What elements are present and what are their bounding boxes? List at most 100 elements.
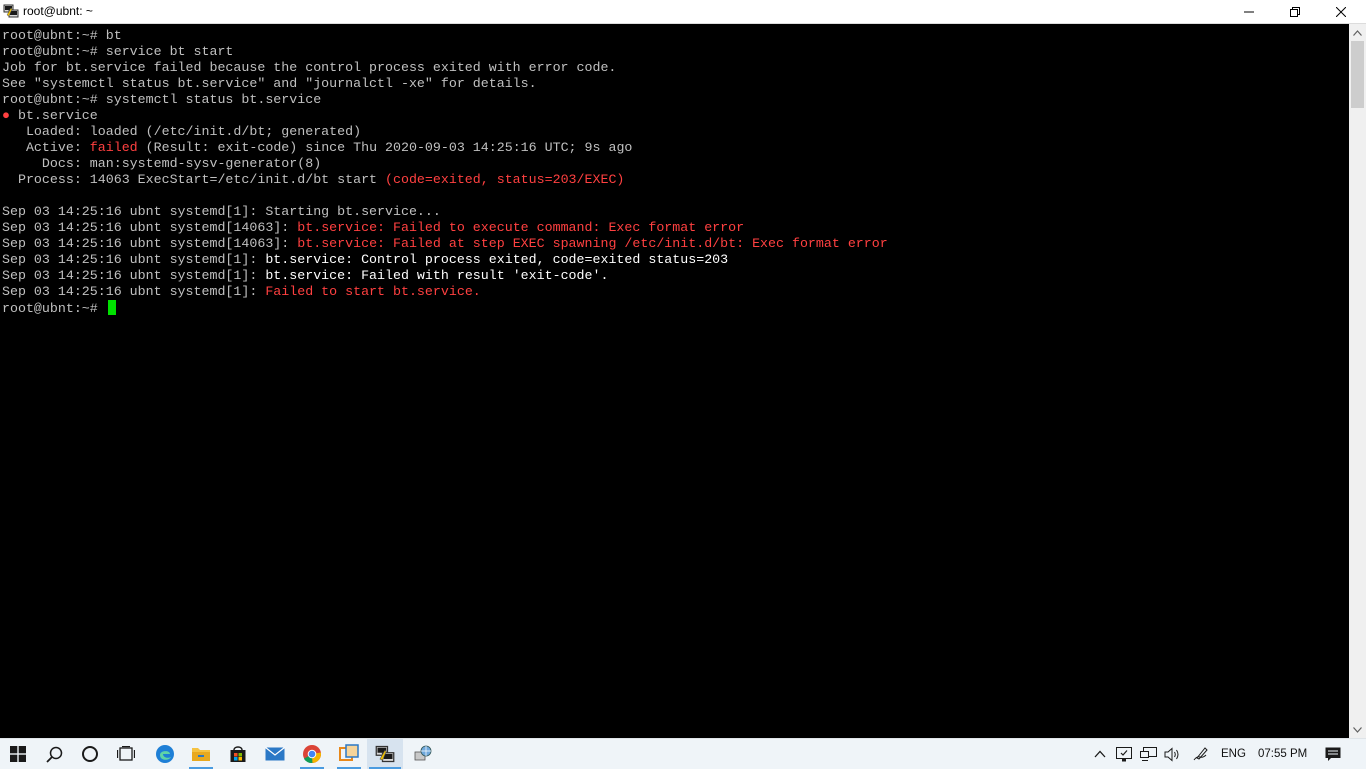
security-tray-icon[interactable] [1114, 739, 1134, 769]
status-dot-icon: ● [2, 108, 10, 123]
mail-button[interactable] [257, 739, 293, 769]
volume-tray-icon[interactable] [1162, 739, 1182, 769]
terminal-text: See "systemctl status bt.service" and "j… [2, 76, 537, 91]
terminal-line: Sep 03 14:25:16 ubnt systemd[14063]: bt.… [2, 220, 888, 236]
edge-icon [156, 745, 174, 763]
terminal-line: See "systemctl status bt.service" and "j… [2, 76, 888, 92]
terminal-line: Loaded: loaded (/etc/init.d/bt; generate… [2, 124, 888, 140]
terminal-text: Job for bt.service failed because the co… [2, 60, 617, 75]
terminal-line: Sep 03 14:25:16 ubnt systemd[1]: bt.serv… [2, 252, 888, 268]
terminal-line: root@ubnt:~# systemctl status bt.service [2, 92, 888, 108]
window-title: root@ubnt: ~ [23, 4, 93, 18]
terminal-line: ● bt.service [2, 108, 888, 124]
store-icon [230, 746, 246, 762]
task-view-icon [117, 746, 135, 761]
restore-icon [1290, 6, 1300, 17]
network-app-button[interactable] [405, 739, 441, 769]
pen-tray-icon[interactable] [1190, 739, 1210, 769]
volume-icon [1164, 746, 1178, 762]
chrome-button[interactable] [294, 739, 330, 769]
search-icon [45, 746, 62, 763]
restore-button[interactable] [1272, 0, 1318, 23]
terminal-text: (Result: exit-code) since Thu 2020-09-03… [137, 140, 633, 155]
minimize-button[interactable] [1226, 0, 1272, 23]
terminal-text: root@ubnt:~# systemctl status bt.service [2, 92, 322, 107]
terminal-text: Active: [2, 140, 90, 155]
terminal-line: root@ubnt:~# [2, 300, 888, 316]
terminal-text: Sep 03 14:25:16 ubnt systemd[1]: [2, 252, 266, 267]
search-button[interactable] [36, 739, 72, 769]
network-icon [1139, 746, 1157, 761]
circle-icon [82, 746, 98, 762]
terminal-line: root@ubnt:~# bt [2, 28, 888, 44]
action-center-button[interactable] [1322, 739, 1344, 769]
chevron-up-icon [1353, 29, 1362, 36]
terminal-line: Sep 03 14:25:16 ubnt systemd[1]: Failed … [2, 284, 888, 300]
file-explorer-button[interactable] [183, 739, 219, 769]
terminal-text: root@ubnt:~# [2, 301, 106, 316]
terminal-text: root@ubnt:~# bt [2, 28, 122, 43]
terminal-text: bt.service: Control process exited, code… [265, 252, 729, 267]
putty-taskbar-button[interactable] [367, 739, 403, 769]
terminal-text: (code=exited, status=203/EXEC) [385, 172, 625, 187]
clock[interactable]: 07:55 PM [1258, 739, 1307, 769]
scroll-up-button[interactable] [1349, 24, 1366, 41]
terminal-line: Process: 14063 ExecStart=/etc/init.d/bt … [2, 172, 888, 188]
pen-icon [1193, 747, 1208, 761]
terminal-line: root@ubnt:~# service bt start [2, 44, 888, 60]
mail-icon [265, 747, 285, 761]
terminal-text: Loaded: loaded (/etc/init.d/bt; generate… [2, 124, 362, 139]
chrome-icon [303, 745, 322, 764]
terminal-output: root@ubnt:~# bt root@ubnt:~# service bt s… [2, 28, 888, 316]
terminal-line: Active: failed (Result: exit-code) since… [2, 140, 888, 156]
cortana-button[interactable] [72, 739, 108, 769]
security-monitor-icon [1116, 746, 1132, 761]
terminal-text: Sep 03 14:25:16 ubnt systemd[1]: [2, 268, 266, 283]
terminal-text: Sep 03 14:25:16 ubnt systemd[14063]: [2, 236, 298, 251]
putty-icon[interactable] [3, 3, 19, 19]
minimize-icon [1244, 11, 1254, 12]
edge-button[interactable] [147, 739, 183, 769]
terminal-text: bt.service: Failed with result 'exit-cod… [265, 268, 609, 283]
window-title-bar[interactable]: root@ubnt: ~ [0, 0, 1366, 24]
terminal-text: failed [89, 140, 138, 155]
show-hidden-icons-button[interactable] [1090, 739, 1110, 769]
terminal-line: Job for bt.service failed because the co… [2, 60, 888, 76]
chevron-down-icon [1353, 726, 1362, 733]
terminal-text: Sep 03 14:25:16 ubnt systemd[1]: [2, 284, 266, 299]
terminal-text: root@ubnt:~# service bt start [2, 44, 234, 59]
terminal-text: Process: 14063 ExecStart=/etc/init.d/bt … [2, 172, 386, 187]
scroll-thumb[interactable] [1351, 41, 1364, 108]
windows-logo-icon [10, 746, 26, 762]
language-indicator[interactable]: ENG [1221, 739, 1246, 769]
terminal-cursor [107, 300, 116, 315]
terminal-line: Sep 03 14:25:16 ubnt systemd[1]: Startin… [2, 204, 888, 220]
putty-icon [375, 745, 395, 763]
vertical-scrollbar[interactable] [1349, 24, 1366, 738]
terminal-text: bt.service: Failed to execute command: E… [297, 220, 745, 235]
terminal-text: bt.service: Failed at step EXEC spawning… [297, 236, 888, 251]
terminal-text: Sep 03 14:25:16 ubnt systemd[1]: Startin… [2, 204, 441, 219]
folder-icon [192, 748, 210, 761]
terminal-line: Sep 03 14:25:16 ubnt systemd[1]: bt.serv… [2, 268, 888, 284]
orange-window-icon [339, 744, 359, 761]
scroll-down-button[interactable] [1349, 721, 1366, 738]
notification-icon [1325, 747, 1341, 761]
network-tray-icon[interactable] [1138, 739, 1158, 769]
store-button[interactable] [220, 739, 256, 769]
network-globe-icon [414, 745, 432, 761]
terminal-line: Docs: man:systemd-sysv-generator(8) [2, 156, 888, 172]
terminal-text: bt.service [9, 108, 98, 123]
start-button[interactable] [0, 739, 36, 769]
terminal-area[interactable]: root@ubnt:~# bt root@ubnt:~# service bt s… [0, 24, 1349, 738]
terminal-text: Failed to start bt.service. [265, 284, 481, 299]
close-button[interactable] [1318, 0, 1364, 23]
close-icon [1336, 6, 1346, 17]
terminal-text: Docs: man:systemd-sysv-generator(8) [2, 156, 322, 171]
chevron-up-icon [1094, 750, 1106, 758]
terminal-line: Sep 03 14:25:16 ubnt systemd[14063]: bt.… [2, 236, 888, 252]
app-button[interactable] [331, 739, 367, 769]
task-view-button[interactable] [108, 739, 144, 769]
taskbar: ENG 07:55 PM [0, 738, 1366, 769]
